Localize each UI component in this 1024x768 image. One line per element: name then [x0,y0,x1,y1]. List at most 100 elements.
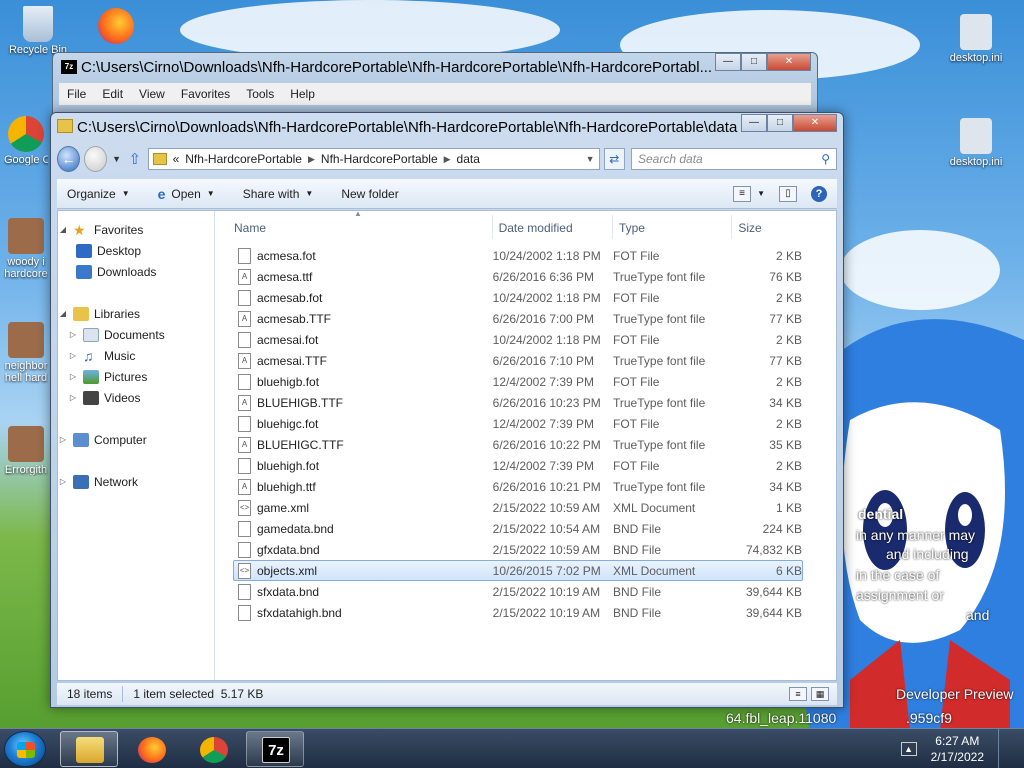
menu-edit[interactable]: Edit [102,87,123,101]
organize-button[interactable]: Organize ▼ [67,187,130,201]
address-bar[interactable]: « Nfh-HardcorePortable ▶ Nfh-HardcorePor… [147,148,600,170]
table-row[interactable]: Aacmesai.TTF 6/26/2016 7:10 PM TrueType fo… [234,350,802,371]
forward-button[interactable]: → [84,146,108,172]
expand-arrow-icon[interactable]: ◢ [58,225,68,234]
chevron-right-icon[interactable]: ▶ [444,154,451,165]
back-button[interactable]: ← [57,146,81,172]
table-row[interactable]: <> objects.xml 10/26/2015 7:02 PM XML Docum… [233,560,803,581]
table-row[interactable]: acmesab.fot 10/24/2002 1:18 PM FOT File 2 K… [234,287,802,308]
table-row[interactable]: bluehigc.fot 12/4/2002 7:39 PM FOT File 2 K… [234,413,802,434]
large-icons-view-button[interactable]: ▦ [811,687,829,701]
collapse-arrow-icon[interactable]: ▷ [68,372,78,381]
menu-tools[interactable]: Tools [246,87,274,101]
table-row[interactable]: <> game.xml 2/15/2022 10:59 AM XML Document… [234,497,802,518]
file-name-cell: Abluehigh.ttf [234,478,493,495]
breadcrumb-item[interactable]: data [457,152,480,166]
column-header-date[interactable]: Date modified [493,215,613,239]
file-size: 2 KB [775,374,802,389]
desktop-icon-recycle-bin[interactable]: Recycle Bin [6,6,70,56]
recent-pages-dropdown[interactable]: ▼ [111,154,122,164]
help-button[interactable]: ? [811,185,827,202]
file-name: sfxdata.bnd [257,584,320,599]
open-button[interactable]: e Open ▼ [158,186,215,202]
menu-file[interactable]: File [67,87,86,101]
menu-favorites[interactable]: Favorites [181,87,230,101]
nav-favorites[interactable]: ◢ ★ Favorites [58,219,214,240]
file-date: 2/15/2022 10:59 AM [492,542,601,557]
column-header-size[interactable]: Size [732,215,802,239]
table-row[interactable]: acmesa.fot 10/24/2002 1:18 PM FOT File 2 KB [234,245,802,266]
desktop-icon-neighbor[interactable]: neighbor hell hard [4,322,48,384]
nav-pictures[interactable]: ▷ Pictures [58,366,214,387]
table-row[interactable]: Aacmesa.ttf 6/26/2016 6:36 PM TrueType fon… [234,266,802,287]
table-row[interactable]: bluehigb.fot 12/4/2002 7:39 PM FOT File 2 K… [234,371,802,392]
breadcrumb-item[interactable]: Nfh-HardcorePortable [185,152,302,166]
nav-libraries[interactable]: ◢ Libraries [58,303,214,324]
minimize-button[interactable]: — [715,53,741,71]
taskbar-7zip[interactable]: 7z [246,731,304,767]
maximize-button[interactable]: □ [741,53,767,71]
nav-downloads[interactable]: Downloads [58,261,214,282]
collapse-arrow-icon[interactable]: ▷ [68,351,78,360]
maximize-button[interactable]: □ [767,114,793,132]
table-row[interactable]: A BLUEHIGB.TTF 6/26/2016 10:23 PM TrueType … [234,392,802,413]
desktop-icon-desktop-ini[interactable]: desktop.ini [944,14,1008,64]
desktop-icon-woody[interactable]: woody i hardcore [4,218,48,280]
close-button[interactable]: ✕ [793,114,837,132]
refresh-button[interactable]: ⇄ [603,148,625,170]
watermark-text: and including [886,546,969,562]
show-desktop-button[interactable] [998,729,1010,768]
menu-help[interactable]: Help [290,87,315,101]
taskbar-explorer[interactable] [60,731,118,767]
menu-view[interactable]: View [139,87,165,101]
address-dropdown[interactable]: ▼ [586,154,595,164]
column-header-type[interactable]: Type [613,215,733,239]
neighbor-face-icon [8,426,44,462]
nav-music[interactable]: ▷ ♫ Music [58,345,214,366]
chevron-right-icon[interactable]: ▶ [308,154,315,165]
expand-arrow-icon[interactable]: ◢ [58,309,68,318]
minimize-button[interactable]: — [741,114,767,132]
table-row[interactable]: acmesai.fot 10/24/2002 1:18 PM FOT File 2 K… [234,329,802,350]
file-date: 6/26/2016 10:22 PM [492,437,601,452]
table-row[interactable]: gfxdata.bnd 2/15/2022 10:59 AM BND File 74,… [234,539,802,560]
clock[interactable]: 6:27 AM 2/17/2022 [931,733,984,765]
nav-desktop[interactable]: Desktop [58,240,214,261]
start-button[interactable] [4,731,46,767]
table-row[interactable]: sfxdatahigh.bnd 2/15/2022 10:19 AM BND Fil… [234,602,802,623]
breadcrumb-overflow[interactable]: « [173,152,180,166]
preview-pane-button[interactable]: ▯ [779,185,797,202]
up-arrow-icon[interactable]: ⇧ [126,150,144,168]
table-row[interactable]: gamedata.bnd 2/15/2022 10:54 AM BND File 22… [234,518,802,539]
search-input[interactable]: Search data ⚲ [630,148,837,170]
table-row[interactable]: A BLUEHIGC.TTF 6/26/2016 10:22 PM TrueType … [234,434,802,455]
explorer-window[interactable]: C:\Users\Cirno\Downloads\Nfh-HardcorePor… [50,112,844,708]
new-folder-button[interactable]: New folder [341,187,398,201]
title-bar[interactable]: C:\Users\Cirno\Downloads\Nfh-HardcorePor… [51,113,843,141]
desktop-icon-desktop-ini-2[interactable]: desktop.ini [944,118,1008,168]
close-button[interactable]: ✕ [767,53,811,71]
nav-videos[interactable]: ▷ Videos [58,387,214,408]
taskbar-chrome[interactable] [184,731,242,767]
table-row[interactable]: sfxdata.bnd 2/15/2022 10:19 AM BND File 39,… [234,581,802,602]
collapse-arrow-icon[interactable]: ▷ [68,393,78,402]
nav-documents[interactable]: ▷ Documents [58,324,214,345]
network-tray-icon[interactable]: ▲ [900,742,917,756]
nav-network[interactable]: ▷ Network [58,471,214,492]
desktop-icon-chrome[interactable]: Google Chrome [4,116,48,166]
table-row[interactable]: bluehigh.fot 12/4/2002 7:39 PM FOT File 2 K… [234,455,802,476]
desktop-icon-firefox[interactable] [90,8,142,46]
details-view-button[interactable]: ≡ [789,687,807,701]
column-header-name[interactable]: Name [234,215,493,239]
table-row[interactable]: Abluehigh.ttf 6/26/2016 10:21 PM TrueType … [234,476,802,497]
nav-computer[interactable]: ▷ Computer [58,429,214,450]
share-with-button[interactable]: Share with ▼ [243,187,314,201]
collapse-arrow-icon[interactable]: ▷ [58,477,68,486]
breadcrumb-item[interactable]: Nfh-HardcorePortable [321,152,438,166]
collapse-arrow-icon[interactable]: ▷ [58,435,68,444]
collapse-arrow-icon[interactable]: ▷ [68,330,78,339]
change-view-button[interactable]: ≡ ▼ [733,185,765,202]
desktop-icon-errorgith[interactable]: Errorgith [4,426,48,476]
taskbar-firefox[interactable] [122,731,180,767]
table-row[interactable]: Aacmesab.TTF 6/26/2016 7:00 PM TrueType fo… [234,308,802,329]
